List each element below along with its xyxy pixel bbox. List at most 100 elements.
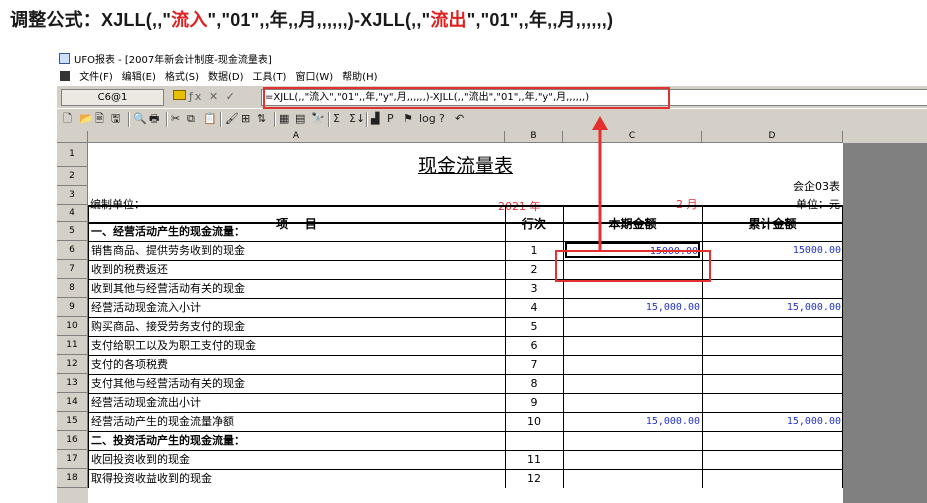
row-item-name[interactable]: 二、投资活动产生的现金流量： [91,433,504,449]
corner-header[interactable] [57,131,88,143]
merge-icon[interactable]: ▦ [279,112,289,126]
row-header[interactable]: 12 [57,355,88,374]
document-icon[interactable] [60,71,70,81]
cell-reference-box[interactable]: C6@1 [61,89,164,106]
row-item-name[interactable]: 一、经营活动产生的现金流量： [91,224,504,240]
function-wizard-icon[interactable] [173,90,186,100]
menu-item[interactable]: 数据(D) [208,72,244,83]
row-line-number[interactable]: 2 [506,262,562,278]
sort-icon[interactable]: ⇅ [257,112,266,126]
cut-icon[interactable]: ✂ [171,112,180,126]
row-line-number[interactable]: 11 [506,452,562,468]
row-current-amount[interactable] [565,357,700,373]
row-header[interactable]: 9 [57,298,88,317]
save-icon[interactable]: 🖫 [111,112,120,126]
help-icon[interactable]: ? [439,112,445,126]
row-line-number[interactable]: 6 [506,338,562,354]
row-header[interactable]: 17 [57,450,88,469]
row-line-number[interactable]: 12 [506,471,562,487]
row-cumulative-amount[interactable] [704,376,841,392]
row-header[interactable]: 16 [57,431,88,450]
row-current-amount[interactable] [565,471,700,487]
chart-icon[interactable]: ▟ [371,112,379,126]
row-cumulative-amount[interactable]: 15,000.00 [704,414,841,430]
fx-icon[interactable]: ƒx [189,90,203,103]
row-item-name[interactable]: 支付给职工以及为职工支付的现金 [91,338,504,354]
row-cumulative-amount[interactable] [704,224,841,240]
menu-item[interactable]: 文件(F) [79,72,113,83]
row-item-name[interactable]: 支付的各项税费 [91,357,504,373]
row-current-amount[interactable]: 15,000.00 [565,414,700,430]
sum-icon[interactable]: Σ [333,112,340,126]
log-icon[interactable]: log [419,112,436,126]
row-line-number[interactable] [506,433,562,449]
paste-icon[interactable]: 📋 [203,112,217,126]
row-header[interactable]: 13 [57,374,88,393]
row-line-number[interactable]: 7 [506,357,562,373]
row-header[interactable]: 7 [57,260,88,279]
row-current-amount[interactable] [565,281,700,297]
row-item-name[interactable]: 收到的税费返还 [91,262,504,278]
row-item-name[interactable]: 支付其他与经营活动有关的现金 [91,376,504,392]
row-cumulative-amount[interactable] [704,471,841,487]
open-icon[interactable]: 📂 [79,112,93,126]
row-cumulative-amount[interactable]: 15,000.00 [704,300,841,316]
row-cumulative-amount[interactable] [704,433,841,449]
column-header-a[interactable]: A [88,131,505,143]
row-header[interactable]: 8 [57,279,88,298]
row-cumulative-amount[interactable] [704,452,841,468]
menu-item[interactable]: 窗口(W) [295,72,333,83]
row-line-number[interactable]: 3 [506,281,562,297]
find-icon[interactable]: 🔭 [311,112,325,126]
preview-icon[interactable]: 🔍 [133,112,147,126]
cancel-icon[interactable]: ✕ [209,90,220,103]
row-line-number[interactable]: 4 [506,300,562,316]
sort-sum-icon[interactable]: Σ↓ [349,112,365,126]
confirm-icon[interactable]: ✓ [226,90,237,103]
row-line-number[interactable]: 1 [506,243,562,259]
row-cumulative-amount[interactable] [704,395,841,411]
print-icon[interactable]: 🖶 [149,112,159,126]
row-header[interactable]: 6 [57,241,88,260]
grid-icon[interactable]: ▤ [295,112,305,126]
column-header-c[interactable]: C [563,131,702,143]
format-painter-icon[interactable]: 🖌 [225,112,239,126]
row-item-name[interactable]: 经营活动产生的现金流量净额 [91,414,504,430]
row-header[interactable]: 1 [57,143,88,167]
row-item-name[interactable]: 取得投资收益收到的现金 [91,471,504,487]
row-current-amount[interactable] [565,319,700,335]
row-cumulative-amount[interactable] [704,281,841,297]
row-item-name[interactable]: 购买商品、接受劳务支付的现金 [91,319,504,335]
row-current-amount[interactable] [565,376,700,392]
row-current-amount[interactable] [565,338,700,354]
row-header[interactable]: 14 [57,393,88,412]
row-header[interactable]: 3 [57,186,88,205]
row-header[interactable]: 10 [57,317,88,336]
row-item-name[interactable]: 收到其他与经营活动有关的现金 [91,281,504,297]
p-icon[interactable]: P [387,112,394,126]
row-line-number[interactable]: 9 [506,395,562,411]
row-header[interactable]: 5 [57,222,88,241]
row-current-amount[interactable] [565,224,700,240]
row-current-amount[interactable]: 15,000.00 [565,300,700,316]
row-line-number[interactable]: 8 [506,376,562,392]
row-item-name[interactable]: 收回投资收到的现金 [91,452,504,468]
row-current-amount[interactable] [565,395,700,411]
row-line-number[interactable] [506,224,562,240]
row-cumulative-amount[interactable]: 15000.00 [704,243,841,259]
copy-icon[interactable]: ⧉ [187,112,195,126]
blank-icon[interactable]: 🗎 [95,112,104,126]
row-item-name[interactable]: 经营活动现金流入小计 [91,300,504,316]
row-header[interactable]: 4 [57,205,88,222]
row-current-amount[interactable] [565,433,700,449]
row-current-amount[interactable] [565,452,700,468]
row-header[interactable]: 2 [57,167,88,186]
row-line-number[interactable]: 10 [506,414,562,430]
flag-icon[interactable]: ⚑ [403,112,413,126]
row-item-name[interactable]: 经营活动现金流出小计 [91,395,504,411]
menu-item[interactable]: 帮助(H) [342,72,377,83]
row-header[interactable]: 15 [57,412,88,431]
menu-item[interactable]: 格式(S) [165,72,199,83]
row-header[interactable]: 11 [57,336,88,355]
row-header[interactable]: 18 [57,469,88,488]
